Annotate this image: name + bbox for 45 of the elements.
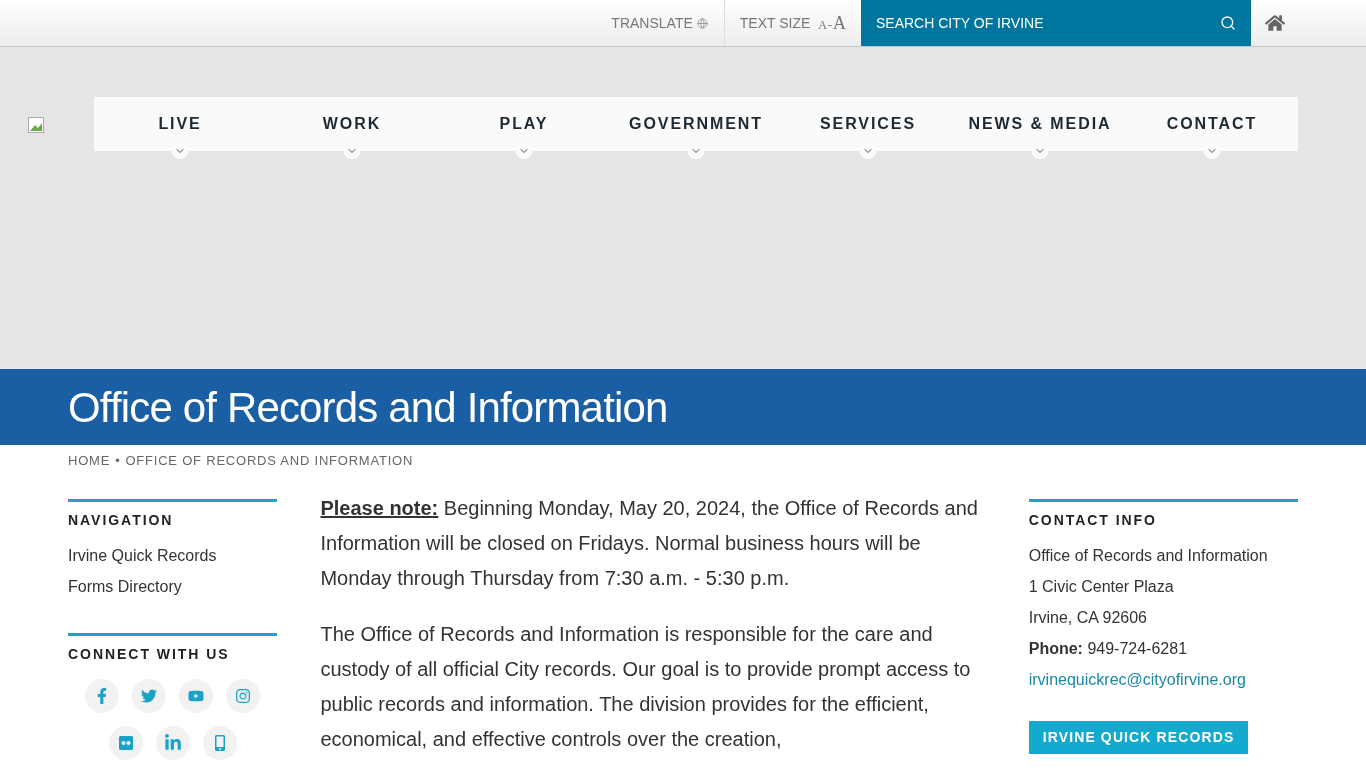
nav-menu-item[interactable]: GOVERNMENT — [629, 112, 763, 136]
nav-menu-item[interactable]: SERVICES — [820, 112, 916, 136]
contact-line: Irvine, CA 92606 — [1028, 607, 1148, 628]
connect-heading: CONNECT WITH US — [68, 644, 231, 664]
nav-menu-item[interactable]: NEWS & MEDIA — [968, 112, 1112, 136]
email-link[interactable]: irvinequickrec@cityofirvine.org — [1028, 667, 1298, 692]
linkedin-icon — [163, 733, 182, 752]
search-input[interactable]: SEARCH CITY OF IRVINE — [876, 12, 1220, 34]
sidebar-link[interactable]: Irvine Quick Records — [68, 543, 278, 568]
page-title: Office of Records and Information — [68, 382, 668, 433]
globe-icon — [696, 17, 708, 29]
text-size-separator: - — [827, 16, 833, 34]
search-field[interactable]: SEARCH CITY OF IRVINE — [861, 0, 1251, 46]
translate-link[interactable]: TRANSLATE — [611, 12, 693, 34]
instagram-link[interactable] — [226, 678, 261, 713]
linkedin-link[interactable] — [155, 725, 190, 760]
flickr-icon — [117, 734, 134, 751]
contact-line: 1 Civic Center Plaza — [1028, 576, 1175, 597]
nav-menu-item[interactable]: CONTACT — [1166, 112, 1258, 136]
broken-image-icon — [28, 117, 44, 133]
home-icon[interactable] — [1265, 13, 1285, 33]
text-size-label: TEXT SIZE — [739, 13, 811, 33]
breadcrumb-link[interactable]: HOME — [68, 451, 111, 471]
contact-info-heading: CONTACT INFO — [1028, 510, 1158, 530]
flickr-link[interactable] — [108, 725, 143, 760]
nav-menu-item[interactable]: PLAY — [499, 112, 549, 136]
decrease-text-button[interactable]: A — [818, 15, 827, 34]
body-paragraph: The Office of Records and Information is responsible for the care and custody of all official City records. Our goal is to provide prompt access to public records and information. The division provides for the efficient, economical, and effective controls over the creation, — [320, 621, 972, 752]
sidebar-link[interactable]: Forms Directory — [68, 574, 278, 599]
instagram-icon — [235, 687, 252, 704]
facebook-link[interactable] — [85, 678, 120, 713]
increase-text-button[interactable]: A — [833, 9, 846, 37]
breadcrumb-link[interactable]: OFFICE OF RECORDS AND INFORMATION — [125, 451, 414, 471]
body-paragraph: Please note: Beginning Monday, May 20, 2024, the Office of Records and Information will be closed on Fridays. Normal business hours will be Monday through Thursday from 7:30 a.m. - 5:30 p.m. — [320, 495, 979, 591]
contact-line: Office of Records and Information — [1028, 545, 1269, 566]
nav-menu-item[interactable]: LIVE — [158, 112, 202, 136]
contact-line: Phone: 949-724-6281 — [1028, 638, 1189, 659]
breadcrumb-separator: • — [115, 452, 121, 470]
mobile-link[interactable] — [202, 725, 237, 760]
navigation-heading: NAVIGATION — [68, 510, 175, 530]
twitter-link[interactable] — [132, 678, 167, 713]
search-icon[interactable] — [1220, 15, 1236, 31]
twitter-icon — [141, 687, 158, 704]
nav-menu-item[interactable]: WORK — [322, 112, 382, 136]
youtube-link[interactable] — [179, 678, 214, 713]
